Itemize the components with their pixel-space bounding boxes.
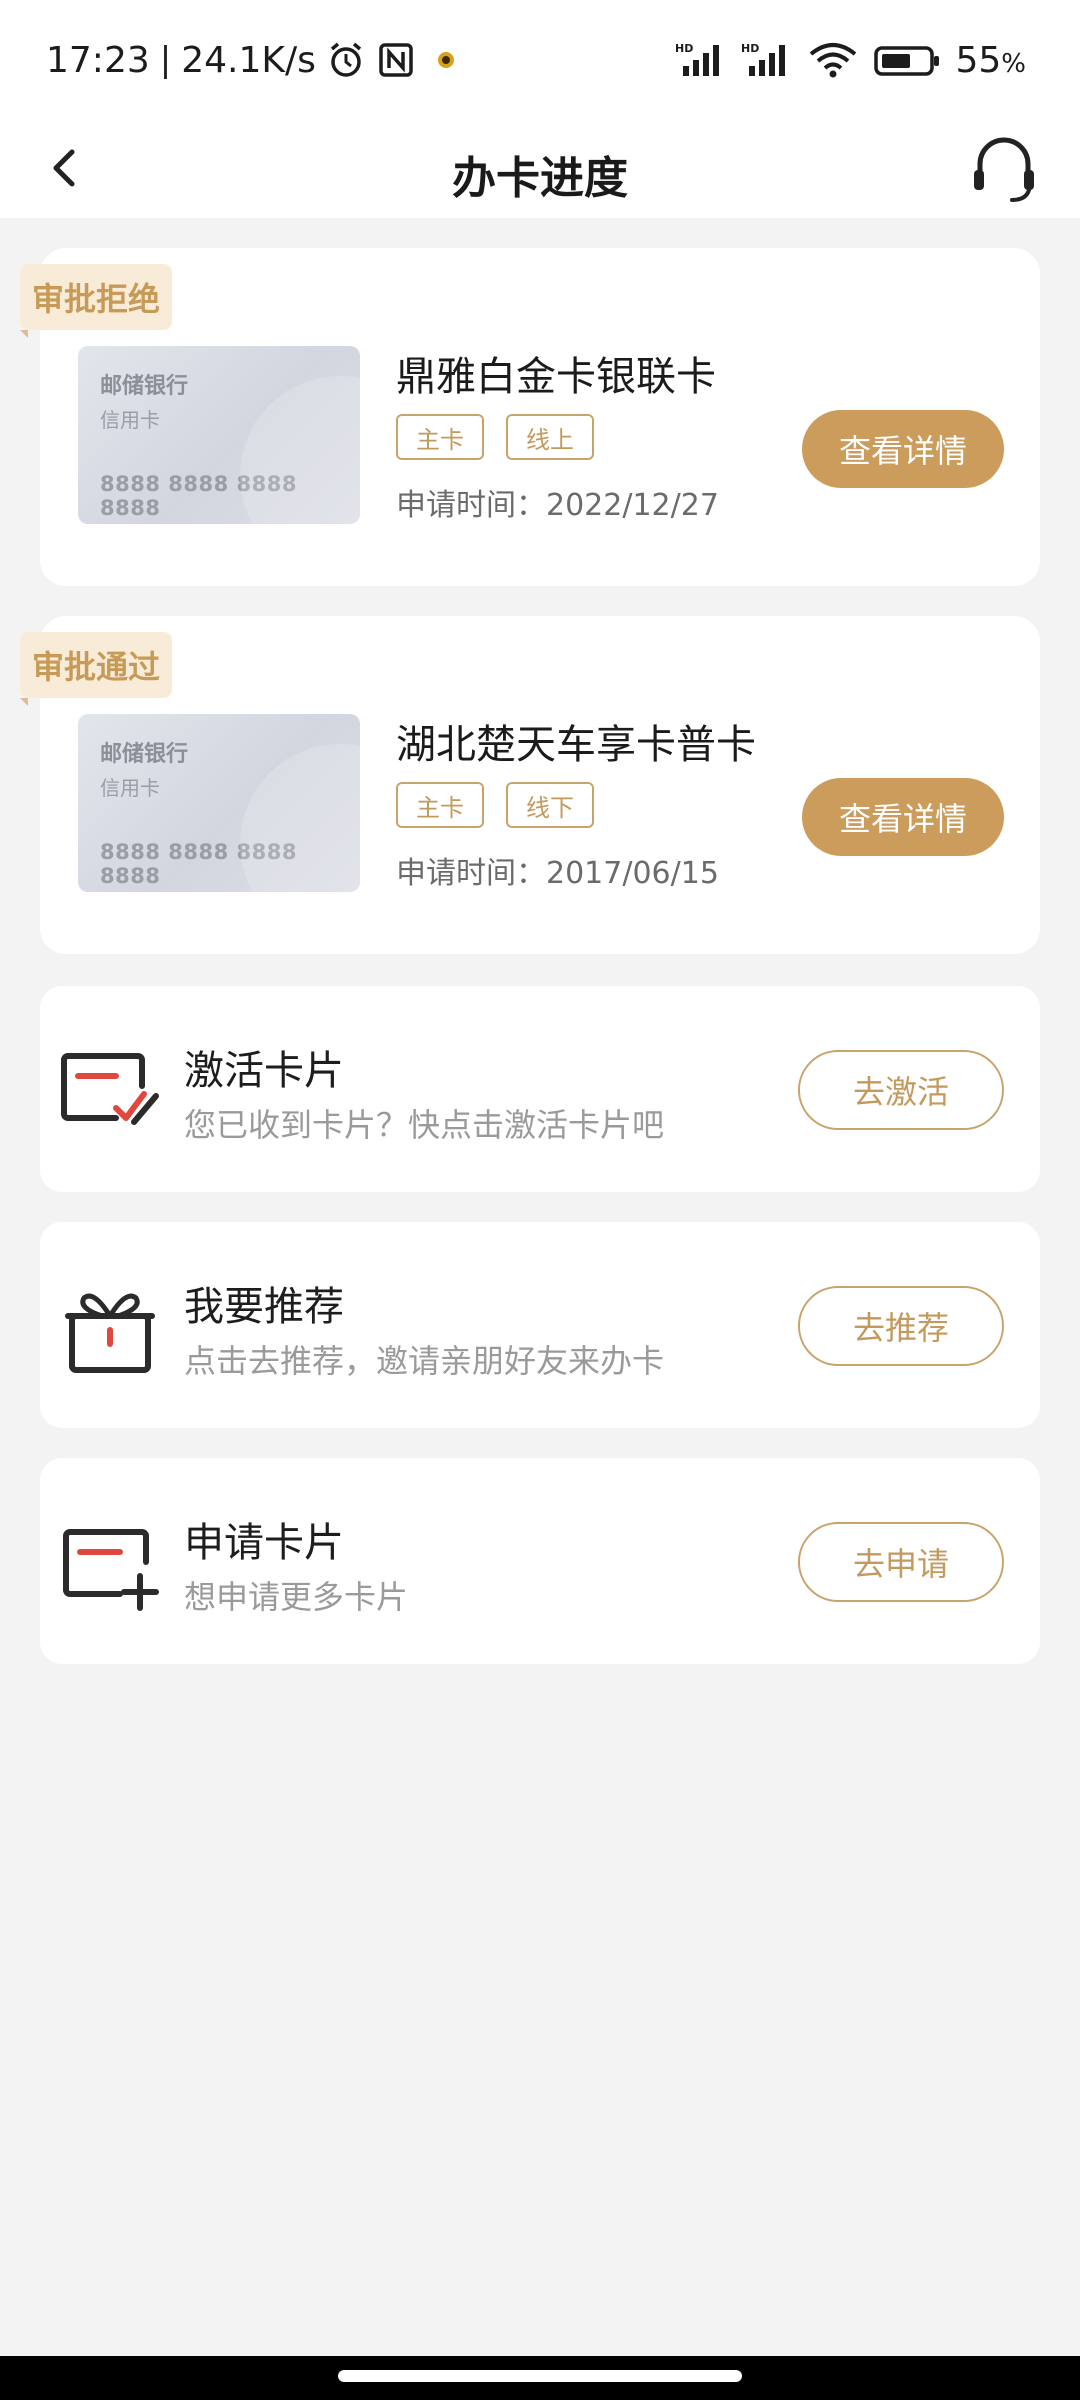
status-badge: 审批拒绝 xyxy=(20,264,173,338)
card-image-type: 信用卡 xyxy=(100,776,160,800)
battery-level: 55% xyxy=(955,40,1026,81)
battery-icon xyxy=(874,46,940,76)
apply-card-row[interactable]: 申请卡片 想申请更多卡片 去申请 xyxy=(40,1458,1040,1664)
page-header: 办卡进度 xyxy=(0,118,1080,218)
card-image-type: 信用卡 xyxy=(100,408,160,432)
card-image-number: 8888 8888 8888 8888 xyxy=(100,472,297,520)
app-notification-icon xyxy=(437,52,454,68)
activate-button[interactable]: 去激活 xyxy=(798,1050,1004,1130)
battery-unit: % xyxy=(1001,48,1026,79)
page-title: 办卡进度 xyxy=(452,153,628,204)
application-card: 审批拒绝 邮储银行 信用卡 8888 8888 8888 8888 鼎雅白金卡银… xyxy=(20,248,1040,586)
card-tags: 主卡 线上 xyxy=(396,414,594,460)
card-image-bank: 邮储银行 xyxy=(100,742,189,767)
action-subtitle: 想申请更多卡片 xyxy=(184,1578,409,1616)
action-title: 我要推荐 xyxy=(184,1284,344,1330)
alarm-icon xyxy=(330,42,361,77)
headset-icon[interactable] xyxy=(964,128,1044,208)
nfc-icon xyxy=(379,43,413,77)
signal-hd-icon-2: HD xyxy=(741,42,786,76)
credit-card-image: 邮储银行 信用卡 8888 8888 8888 8888 xyxy=(78,346,360,524)
application-card: 审批通过 邮储银行 信用卡 8888 8888 8888 8888 湖北楚天车享… xyxy=(20,616,1040,954)
card-check-icon xyxy=(61,1053,159,1125)
status-bar-left: 17:23 | 24.1K/s xyxy=(46,36,466,84)
status-divider: | xyxy=(159,40,172,80)
action-title: 激活卡片 xyxy=(184,1048,344,1094)
status-badge: 审批通过 xyxy=(20,632,173,706)
card-name: 鼎雅白金卡银联卡 xyxy=(396,354,716,400)
recommend-button[interactable]: 去推荐 xyxy=(798,1286,1004,1366)
view-details-button[interactable]: 查看详情 xyxy=(802,410,1004,488)
svg-text:HD: HD xyxy=(741,42,759,55)
tag-primary-card: 主卡 xyxy=(396,782,484,828)
card-image-bank: 邮储银行 xyxy=(100,374,189,399)
status-bar-right: HD HD 55% xyxy=(675,36,1026,84)
apply-button[interactable]: 去申请 xyxy=(798,1522,1004,1602)
home-indicator[interactable] xyxy=(338,2370,742,2382)
action-subtitle: 您已收到卡片？快点击激活卡片吧 xyxy=(184,1106,665,1144)
card-image-number: 8888 8888 8888 8888 xyxy=(100,840,297,888)
apply-time: 申请时间：2022/12/27 xyxy=(396,488,719,523)
network-speed: 24.1K/s xyxy=(181,39,316,81)
credit-card-image: 邮储银行 信用卡 8888 8888 8888 8888 xyxy=(78,714,360,892)
recommend-row[interactable]: 我要推荐 点击去推荐，邀请亲朋好友来办卡 去推荐 xyxy=(40,1222,1040,1428)
status-time: 17:23 xyxy=(46,39,150,81)
apply-time: 申请时间：2017/06/15 xyxy=(396,856,719,891)
card-add-icon xyxy=(63,1529,159,1611)
card-name: 湖北楚天车享卡普卡 xyxy=(396,722,756,768)
action-title: 申请卡片 xyxy=(184,1520,344,1566)
activate-card-row[interactable]: 激活卡片 您已收到卡片？快点击激活卡片吧 去激活 xyxy=(40,986,1040,1192)
battery-percent: 55 xyxy=(955,39,1002,81)
tag-primary-card: 主卡 xyxy=(396,414,484,460)
signal-hd-icon: HD xyxy=(675,42,720,76)
tag-channel: 线上 xyxy=(506,414,594,460)
gift-icon xyxy=(65,1293,155,1373)
view-details-button[interactable]: 查看详情 xyxy=(802,778,1004,856)
action-subtitle: 点击去推荐，邀请亲朋好友来办卡 xyxy=(184,1342,665,1380)
status-bar: 17:23 | 24.1K/s HD HD 55% xyxy=(0,0,1080,118)
svg-text:HD: HD xyxy=(675,42,693,55)
card-tags: 主卡 线下 xyxy=(396,782,594,828)
tag-channel: 线下 xyxy=(506,782,594,828)
gesture-bar xyxy=(0,2356,1080,2400)
wifi-icon xyxy=(810,43,857,78)
